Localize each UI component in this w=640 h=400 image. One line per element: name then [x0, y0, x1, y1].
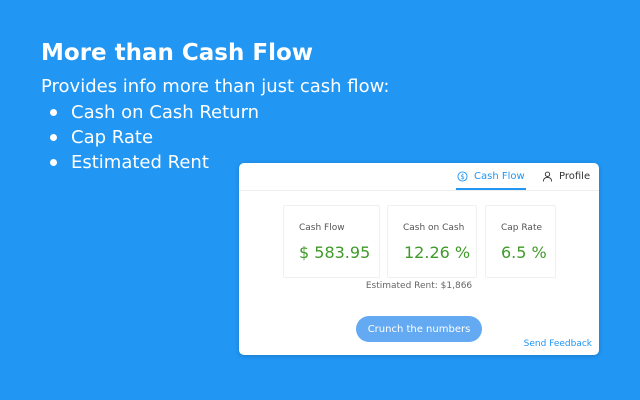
- svg-text:$: $: [460, 173, 464, 181]
- active-tab-indicator: [456, 188, 526, 190]
- feature-label: Cap Rate: [71, 127, 154, 148]
- promo-subtitle: Provides info more than just cash flow:: [41, 76, 390, 97]
- feature-label: Cash on Cash Return: [71, 102, 260, 123]
- metric-label: Cap Rate: [501, 223, 543, 233]
- metric-label: Cash Flow: [299, 223, 345, 233]
- tab-profile[interactable]: Profile: [542, 163, 590, 190]
- dollar-circle-icon: $: [457, 171, 468, 182]
- promo-title: More than Cash Flow: [41, 40, 314, 66]
- tab-label: Profile: [559, 171, 591, 182]
- popup-nav: $ Cash Flow Profile: [239, 163, 599, 191]
- metric-value: 12.26 %: [404, 243, 471, 262]
- metric-card-cash-on-cash: Cash on Cash 12.26 %: [387, 205, 477, 278]
- bullet-icon: [50, 109, 57, 116]
- tab-label: Cash Flow: [474, 171, 525, 182]
- metric-card-cap-rate: Cap Rate 6.5 %: [485, 205, 556, 278]
- metric-label: Cash on Cash: [403, 223, 465, 233]
- metric-value: 6.5 %: [501, 243, 547, 262]
- person-icon: [542, 171, 553, 182]
- estimated-rent: Estimated Rent: $1,866: [365, 281, 473, 291]
- feature-item-cash-on-cash: Cash on Cash Return: [41, 100, 259, 125]
- tab-cash-flow[interactable]: $ Cash Flow: [456, 163, 526, 190]
- metric-card-cash-flow: Cash Flow $ 583.95: [283, 205, 380, 278]
- metric-value: $ 583.95: [299, 243, 371, 262]
- bullet-icon: [50, 159, 57, 166]
- feature-item-cap-rate: Cap Rate: [41, 125, 259, 150]
- feature-list: Cash on Cash Return Cap Rate Estimated R…: [41, 100, 259, 175]
- feature-item-estimated-rent: Estimated Rent: [41, 150, 259, 175]
- feature-label: Estimated Rent: [71, 152, 209, 173]
- send-feedback-link[interactable]: Send Feedback: [524, 339, 592, 349]
- extension-popup: $ Cash Flow Profile Cash Flow $ 583.95 C…: [239, 163, 599, 355]
- bullet-icon: [50, 134, 57, 141]
- crunch-numbers-button[interactable]: Crunch the numbers: [356, 316, 482, 342]
